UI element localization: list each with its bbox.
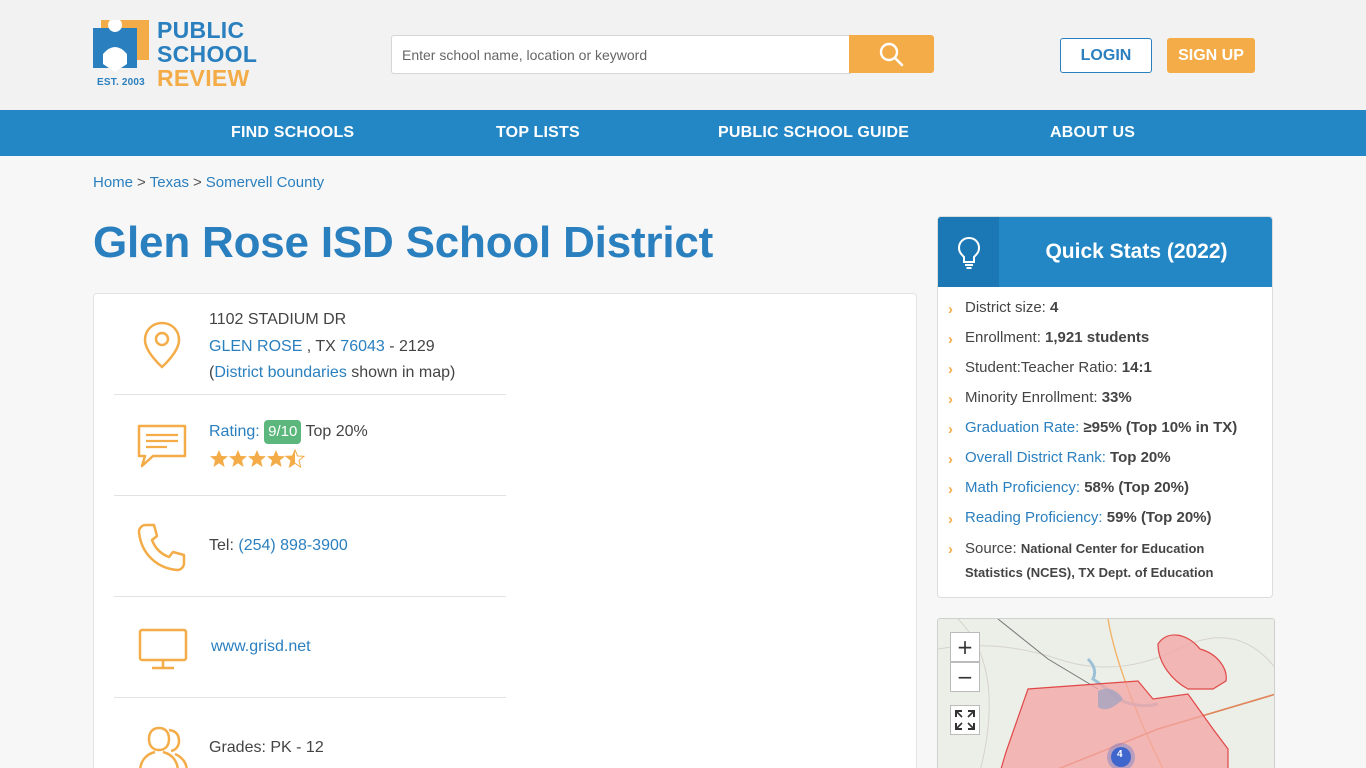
city-link[interactable]: GLEN ROSE bbox=[209, 338, 302, 355]
map-cluster-count[interactable]: 4 bbox=[1117, 749, 1123, 760]
breadcrumb-home[interactable]: Home bbox=[93, 174, 133, 191]
chevron-right-icon: › bbox=[948, 481, 953, 498]
graduation-rate-link[interactable]: Graduation Rate: bbox=[965, 419, 1079, 436]
monitor-icon bbox=[138, 628, 188, 670]
stat-value: 58% (Top 20%) bbox=[1084, 479, 1189, 496]
breadcrumb-texas[interactable]: Texas bbox=[150, 174, 189, 191]
search-button[interactable] bbox=[849, 35, 934, 73]
nav-item-about-us[interactable]: ABOUT US bbox=[1050, 110, 1135, 156]
quick-stats-header: Quick Stats (2022) bbox=[938, 217, 1272, 287]
users-icon bbox=[139, 726, 188, 768]
zip-link[interactable]: 76043 bbox=[340, 338, 385, 355]
stat-label: Enrollment: bbox=[965, 329, 1041, 346]
chevron-right-icon: › bbox=[948, 331, 953, 348]
rating-badge: 9/10 bbox=[264, 420, 302, 444]
expand-icon bbox=[955, 710, 975, 730]
phone-link[interactable]: (254) 898-3900 bbox=[238, 537, 347, 554]
signup-button[interactable]: SIGN UP bbox=[1167, 38, 1255, 73]
stat-value: 4 bbox=[1050, 299, 1059, 316]
rating-rank: Top 20% bbox=[305, 423, 368, 440]
logo-word-school: SCHOOL bbox=[157, 41, 258, 67]
address-zip4: - 2129 bbox=[384, 337, 435, 355]
overall-rank-link[interactable]: Overall District Rank: bbox=[965, 449, 1106, 466]
grades-row: Grades: PK - 12 bbox=[114, 698, 506, 768]
search-input[interactable] bbox=[391, 35, 851, 74]
location-pin-icon bbox=[143, 321, 181, 369]
zoom-out-button[interactable]: − bbox=[950, 662, 980, 692]
quick-stats-panel: Quick Stats (2022) › District size: 4 › … bbox=[937, 216, 1273, 598]
comment-icon bbox=[137, 424, 187, 468]
nav-item-find-schools[interactable]: FIND SCHOOLS bbox=[231, 110, 354, 156]
website-row: www.grisd.net bbox=[114, 597, 506, 698]
rating-stars bbox=[210, 449, 306, 469]
grades-text: Grades: PK - 12 bbox=[209, 739, 324, 756]
stat-value: Top 20% bbox=[1110, 449, 1171, 466]
stat-value: 14:1 bbox=[1121, 359, 1152, 376]
nav-item-public-school-guide[interactable]: PUBLIC SCHOOL GUIDE bbox=[718, 110, 909, 156]
chevron-right-icon: › bbox=[948, 511, 953, 528]
chevron-right-icon: › bbox=[948, 391, 953, 408]
logo-icon bbox=[93, 20, 149, 72]
search-icon bbox=[879, 42, 904, 67]
map-tiles bbox=[938, 619, 1274, 768]
boundaries-tail: shown in map) bbox=[346, 364, 456, 381]
phone-label: Tel: bbox=[209, 537, 234, 554]
logo-word-public: PUBLIC bbox=[157, 17, 245, 43]
stat-label: District size: bbox=[965, 299, 1046, 316]
logo-est: EST. 2003 bbox=[97, 77, 145, 88]
fullscreen-button[interactable] bbox=[950, 705, 980, 735]
logo-word-review: REVIEW bbox=[157, 65, 250, 91]
rating-label[interactable]: Rating: bbox=[209, 423, 260, 440]
main-nav: FIND SCHOOLS TOP LISTS PUBLIC SCHOOL GUI… bbox=[0, 110, 1366, 156]
lightbulb-icon bbox=[957, 236, 981, 269]
stat-value: 59% (Top 20%) bbox=[1106, 509, 1212, 526]
address-street: 1102 STADIUM DR bbox=[209, 311, 347, 328]
phone-row: Tel: (254) 898-3900 bbox=[114, 496, 506, 597]
rating-row: Rating: 9/10 Top 20% bbox=[114, 395, 506, 496]
stat-label: Minority Enrollment: bbox=[965, 389, 1098, 406]
site-header: EST. 2003 PUBLIC SCHOOL REVIEW LOGIN SIG… bbox=[0, 0, 1366, 110]
district-info-card: 1102 STADIUM DR GLEN ROSE , TX 76043 - 2… bbox=[93, 293, 917, 768]
chevron-right-icon: › bbox=[948, 421, 953, 438]
nav-item-top-lists[interactable]: TOP LISTS bbox=[496, 110, 580, 156]
address-row: 1102 STADIUM DR GLEN ROSE , TX 76043 - 2… bbox=[114, 294, 506, 395]
chevron-right-icon: › bbox=[948, 451, 953, 468]
breadcrumb-somervell-county[interactable]: Somervell County bbox=[206, 174, 324, 191]
reading-proficiency-link[interactable]: Reading Proficiency: bbox=[965, 509, 1103, 526]
math-proficiency-link[interactable]: Math Proficiency: bbox=[965, 479, 1080, 496]
district-boundaries-link[interactable]: District boundaries bbox=[214, 364, 347, 381]
breadcrumb-separator: > bbox=[192, 174, 202, 191]
source-label: Source: bbox=[965, 540, 1017, 557]
page-title: Glen Rose ISD School District bbox=[93, 218, 714, 267]
source-line-2: Statistics (NCES), TX Dept. of Education bbox=[965, 565, 1214, 580]
chevron-right-icon: › bbox=[948, 541, 953, 558]
stat-label: Student:Teacher Ratio: bbox=[965, 359, 1118, 376]
district-map[interactable]: 4 + − bbox=[937, 618, 1275, 768]
zoom-in-button[interactable]: + bbox=[950, 632, 980, 662]
address-state: , TX bbox=[302, 337, 341, 355]
chevron-right-icon: › bbox=[948, 361, 953, 378]
stat-value: ≥95% (Top 10% in TX) bbox=[1083, 419, 1238, 436]
login-button[interactable]: LOGIN bbox=[1060, 38, 1152, 73]
breadcrumb-separator: > bbox=[137, 174, 146, 191]
source-line-1: National Center for Education bbox=[1020, 541, 1205, 556]
site-logo[interactable]: EST. 2003 PUBLIC SCHOOL REVIEW bbox=[93, 18, 268, 92]
search-bar bbox=[391, 35, 934, 74]
website-link[interactable]: www.grisd.net bbox=[211, 638, 311, 655]
phone-icon bbox=[137, 523, 186, 572]
quick-stats-title: Quick Stats (2022) bbox=[1045, 240, 1228, 263]
stat-value: 1,921 students bbox=[1045, 329, 1150, 346]
stat-value: 33% bbox=[1101, 389, 1132, 406]
star-icon bbox=[210, 450, 228, 467]
breadcrumb: Home > Texas > Somervell County bbox=[93, 174, 324, 191]
chevron-right-icon: › bbox=[948, 301, 953, 318]
